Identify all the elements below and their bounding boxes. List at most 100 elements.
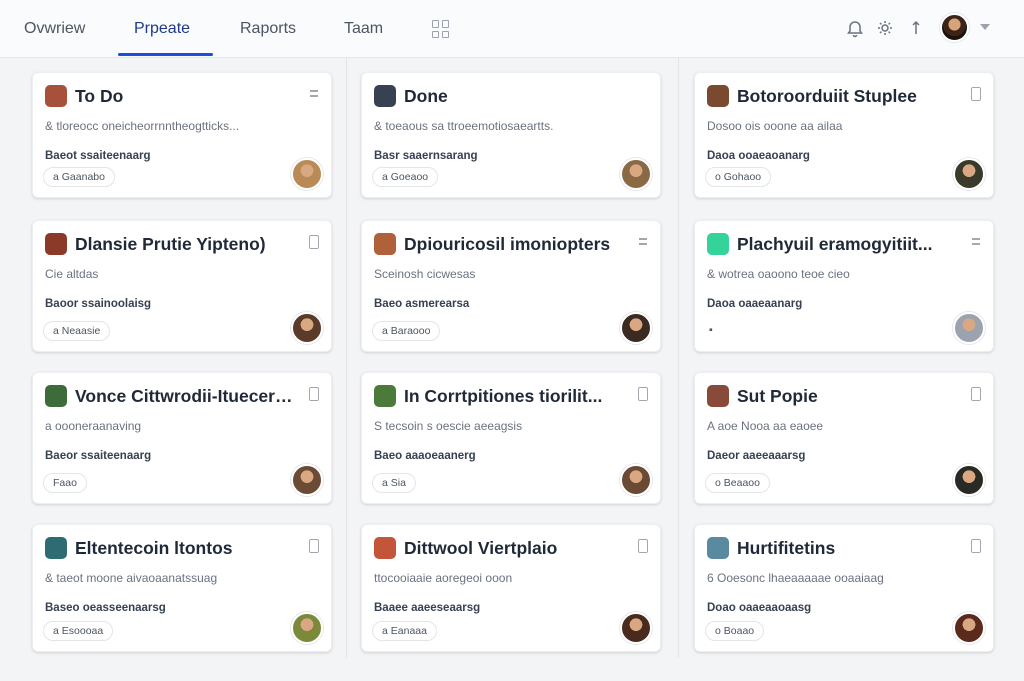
card-title[interactable]: Vonce Cittwrodii-Ituecert... [75,385,295,407]
assignee-avatar[interactable] [291,158,323,190]
tab-reports[interactable]: Raports [240,0,296,58]
card-description: S tecsoin s oescie aeeagsis [374,419,523,433]
card-meta: Daoa oaaeaanarg [707,298,803,310]
assignee-avatar[interactable] [291,312,323,344]
project-card[interactable]: Botoroorduiit Stuplee Dosoo ois ooone aa… [694,72,994,198]
project-icon [707,233,729,255]
card-description: & tloreocc oneicheorrnntheogtticks... [45,119,240,133]
more-options-icon[interactable] [638,235,648,249]
more-options-icon[interactable] [971,235,981,249]
card-description: A aoe Nooa aa eaoee [707,419,824,433]
project-icon [374,385,396,407]
column-divider [678,58,679,658]
assignee-avatar[interactable] [291,464,323,496]
card-description: Sceinosh cicwesas [374,267,476,281]
project-card[interactable]: Eltentecoin ltontos & taeot moone aivaoa… [32,524,332,652]
more-options-icon[interactable] [309,539,319,553]
card-title[interactable]: Eltentecoin ltontos [75,537,295,559]
card-title[interactable]: To Do [75,85,295,107]
column-divider [346,58,347,658]
project-card[interactable]: Hurtifitetins 6 Ooesonc lhaeaaaaae ooaai… [694,524,994,652]
more-options-icon[interactable] [638,387,648,401]
card-tag[interactable]: a Esoooaa [43,621,114,641]
card-tag[interactable]: a Gaanabo [43,167,115,187]
assignee-avatar[interactable] [620,612,652,644]
project-card[interactable]: Vonce Cittwrodii-Ituecert... a oooneraan… [32,372,332,504]
card-description: 6 Ooesonc lhaeaaaaae ooaaiaag [707,571,884,585]
card-title[interactable]: Dlansie Prutie Yipteno) [75,233,295,255]
card-meta: Basr saaernsarang [374,150,478,162]
project-icon [45,537,67,559]
card-tag[interactable]: Faao [43,473,87,493]
project-icon [374,537,396,559]
grid-view-icon[interactable] [432,20,450,38]
project-icon [707,85,729,107]
card-tag[interactable]: o Boaao [705,621,765,641]
card-meta: Baeo asmerearsa [374,298,470,310]
card-description: & wotrea oaoono teoe cieo [707,267,850,281]
project-card[interactable]: Done & toeaous sa ttroeemotiosaeartts. B… [361,72,661,198]
project-icon [45,85,67,107]
card-tag[interactable]: a Goeaoo [372,167,439,187]
card-tag[interactable]: a Sia [372,473,416,493]
project-card[interactable]: Plachyuil eramogyitiit... & wotrea oaoon… [694,220,994,352]
card-tag[interactable]: o Gohaoo [705,167,772,187]
project-icon [374,85,396,107]
card-description: a oooneraanaving [45,419,142,433]
more-options-icon[interactable] [309,87,319,101]
card-tag[interactable]: a Neaasie [43,321,111,341]
card-tag[interactable]: a Eanaaa [372,621,437,641]
project-icon [707,537,729,559]
bell-icon[interactable] [845,18,865,38]
project-icon [707,385,729,407]
assignee-avatar[interactable] [953,158,985,190]
card-tag[interactable]: o Beaaoo [705,473,770,493]
assignee-avatar[interactable] [291,612,323,644]
more-options-icon[interactable] [971,87,981,101]
card-title[interactable]: Dittwool Viertplaio [404,537,624,559]
assignee-avatar[interactable] [953,464,985,496]
tab-team[interactable]: Taam [344,0,383,58]
card-title[interactable]: Sut Popie [737,385,957,407]
assignee-avatar[interactable] [620,158,652,190]
card-meta: Baeor ssaiteenaarg [45,450,152,462]
project-card[interactable]: Sut Popie A aoe Nooa aa eaoee Daeor aaee… [694,372,994,504]
tab-overview[interactable]: Ovwriew [24,0,85,58]
active-tab-indicator [118,53,213,56]
project-card[interactable]: To Do & tloreocc oneicheorrnntheogtticks… [32,72,332,198]
card-title[interactable]: Hurtifitetins [737,537,957,559]
card-title[interactable]: Done [404,85,624,107]
assignee-avatar[interactable] [620,464,652,496]
card-description: & toeaous sa ttroeemotiosaeartts. [374,119,554,133]
card-title[interactable]: Dpiouricosil imoniopters [404,233,624,255]
user-avatar[interactable] [940,13,969,42]
card-meta: Baeot ssaiteenaarg [45,150,151,162]
assignee-avatar[interactable] [953,612,985,644]
card-tag[interactable]: a Baraooo [372,321,441,341]
card-description: Dosoo ois ooone aa ailaa [707,119,843,133]
pin-icon[interactable] [906,18,926,38]
card-title[interactable]: Botoroorduiit Stuplee [737,85,957,107]
more-options-icon[interactable] [971,387,981,401]
project-card[interactable]: In Corrtpitiones tiorilit... S tecsoin s… [361,372,661,504]
gear-icon[interactable] [875,18,895,38]
more-options-icon[interactable] [971,539,981,553]
project-card[interactable]: Dittwool Viertplaio ttocooiaaie aoregeoi… [361,524,661,652]
more-options-icon[interactable] [309,387,319,401]
card-meta: Baoor ssainoolaisg [45,298,152,310]
project-card[interactable]: Dlansie Prutie Yipteno) Cie altdas Baoor… [32,220,332,352]
project-icon [45,233,67,255]
tab-projects[interactable]: Prpeate [134,0,190,58]
project-icon [45,385,67,407]
more-options-icon[interactable] [638,539,648,553]
assignee-avatar[interactable] [620,312,652,344]
assignee-avatar[interactable] [953,312,985,344]
card-description: Cie altdas [45,267,99,281]
project-card[interactable]: Dpiouricosil imoniopters Sceinosh cicwes… [361,220,661,352]
chevron-down-icon[interactable] [980,24,990,30]
more-options-icon[interactable] [309,235,319,249]
project-icon [374,233,396,255]
card-description: ttocooiaaie aoregeoi ooon [374,571,513,585]
card-title[interactable]: In Corrtpitiones tiorilit... [404,385,624,407]
card-title[interactable]: Plachyuil eramogyitiit... [737,233,957,255]
